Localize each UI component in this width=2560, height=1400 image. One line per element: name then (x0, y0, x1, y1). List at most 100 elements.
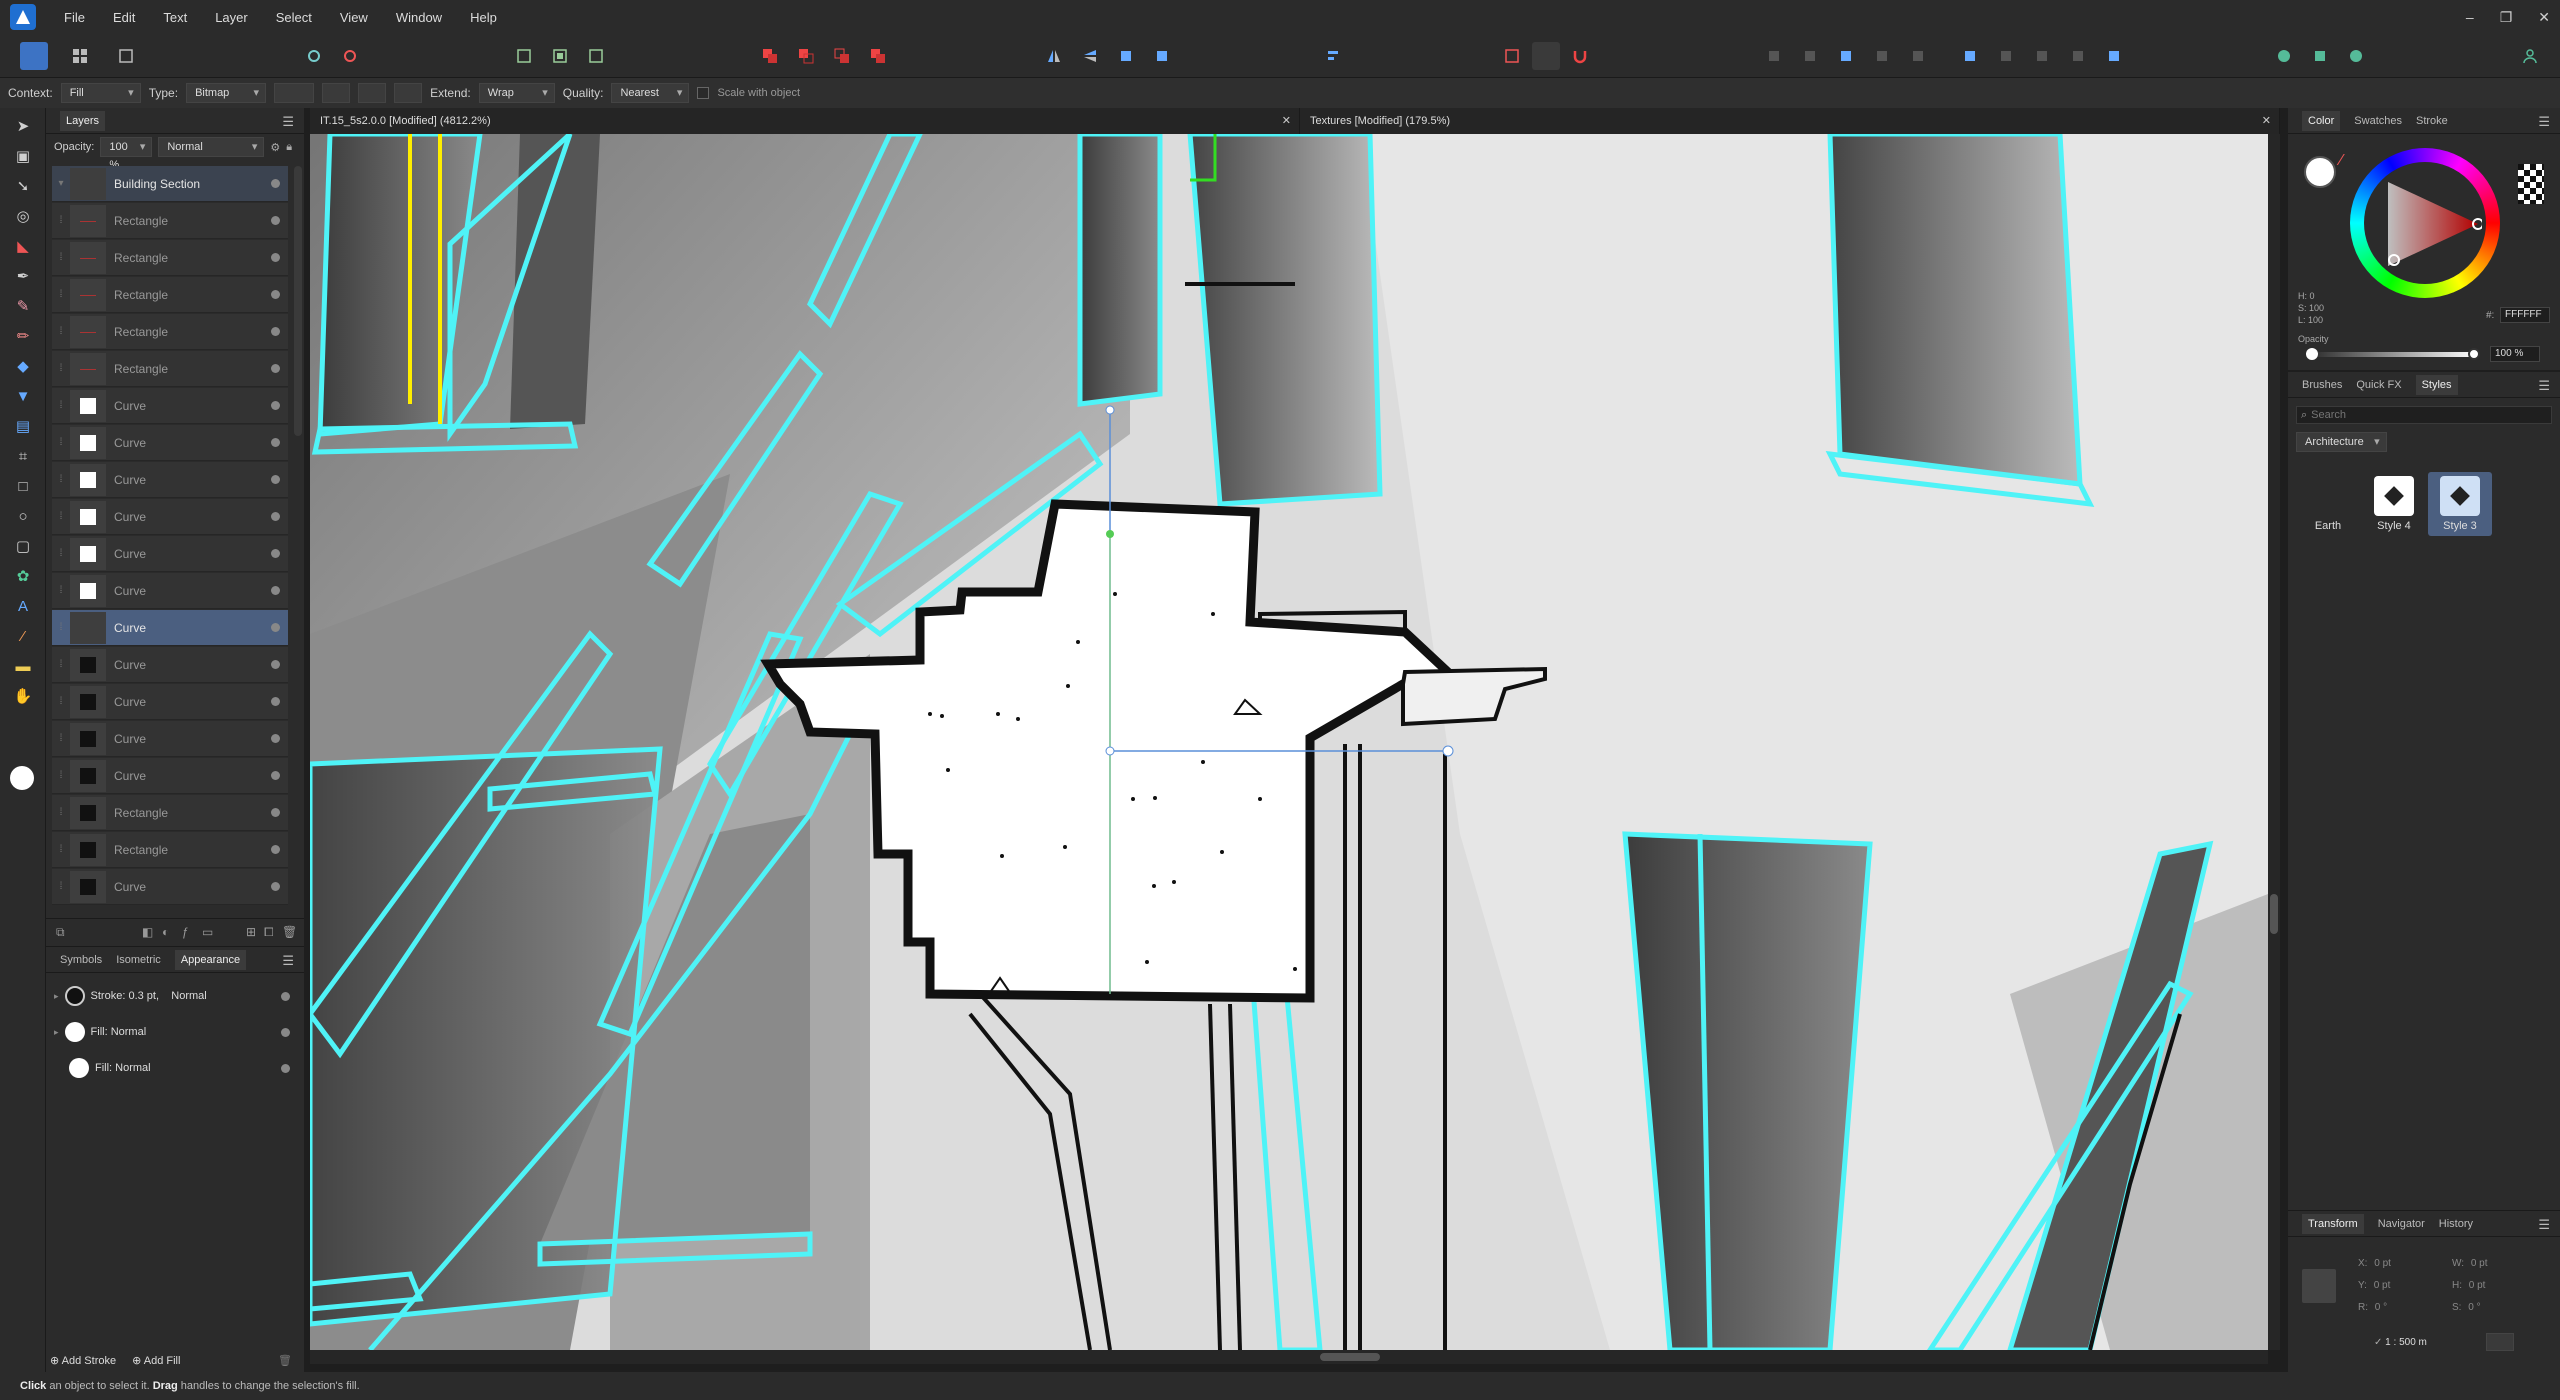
account-icon[interactable] (2516, 42, 2544, 70)
reverse-gradient-button[interactable] (322, 83, 351, 103)
magnet-icon[interactable] (1566, 42, 1594, 70)
stroke-visibility-icon[interactable] (281, 991, 290, 1001)
text-tool-icon[interactable]: A (11, 594, 35, 618)
scale-with-object-checkbox[interactable] (697, 87, 710, 99)
menu-file[interactable]: File (50, 10, 99, 25)
layer-row[interactable]: ⁞ Curve (52, 869, 288, 905)
menu-layer[interactable]: Layer (201, 10, 262, 25)
drag-handle-icon[interactable]: ⁞ (52, 548, 70, 559)
blend-mode-dropdown[interactable]: Normal (158, 137, 265, 157)
fill-swatch[interactable] (69, 1058, 89, 1078)
canvas-horizontal-scrollbar[interactable] (310, 1350, 2268, 1364)
visibility-icon[interactable] (271, 734, 280, 743)
adjustment-icon[interactable]: ◐ (162, 925, 169, 939)
scale-dropdown[interactable] (2486, 1333, 2514, 1351)
menu-view[interactable]: View (326, 10, 382, 25)
vertical-scroll-thumb[interactable] (2270, 894, 2278, 934)
crop-tool-icon[interactable]: ⌗ (11, 444, 35, 468)
layer-settings-icon[interactable]: ⚙ (270, 141, 280, 154)
close-tab-icon[interactable]: ✕ (1282, 108, 1291, 134)
layer-row[interactable]: ⁞ Curve (52, 499, 288, 535)
restore-icon[interactable]: ❐ (2500, 9, 2513, 26)
assistant-icon[interactable] (2270, 42, 2298, 70)
style-4[interactable]: Style 4 (2362, 472, 2426, 536)
layer-row[interactable]: ⁞ Curve (52, 573, 288, 609)
drag-handle-icon[interactable]: ⁞ (52, 696, 70, 707)
height-input[interactable]: 0 pt (2465, 1275, 2525, 1297)
drag-handle-icon[interactable]: ⁞ (52, 844, 70, 855)
flip-horizontal-icon[interactable] (1040, 42, 1068, 70)
preferences-icon[interactable] (2306, 42, 2334, 70)
style-category-dropdown[interactable]: Architecture (2296, 432, 2387, 452)
menu-select[interactable]: Select (262, 10, 326, 25)
tab-navigator[interactable]: Navigator (2378, 1218, 2425, 1230)
drag-handle-icon[interactable]: ⁞ (52, 659, 70, 670)
expand-icon[interactable]: ▾ (52, 178, 70, 189)
anchor-selector[interactable] (2302, 1269, 2336, 1303)
opacity-slider[interactable] (2316, 352, 2476, 357)
visibility-icon[interactable] (271, 438, 280, 447)
fill-color-well[interactable] (2304, 156, 2336, 188)
fill-visibility-icon[interactable] (281, 1063, 290, 1073)
stroke-row[interactable]: ▸ Stroke: 0.3 pt, Normal (54, 979, 294, 1013)
menu-edit[interactable]: Edit (99, 10, 149, 25)
arrange-2-icon[interactable] (1796, 42, 1824, 70)
boolean-xor-icon[interactable] (864, 42, 892, 70)
arrange-4-icon[interactable] (1868, 42, 1896, 70)
rotate-left-icon[interactable] (1112, 42, 1140, 70)
visibility-icon[interactable] (271, 401, 280, 410)
add-layer-icon[interactable]: ⊞ (246, 925, 256, 939)
fx-icon[interactable]: ƒ (182, 925, 189, 939)
color-triangle[interactable] (2382, 180, 2482, 270)
designer-persona-icon[interactable] (20, 42, 48, 70)
expand-icon[interactable]: ▸ (54, 991, 59, 1002)
color-menu-icon[interactable]: ☰ (2538, 114, 2550, 130)
visibility-icon[interactable] (271, 512, 280, 521)
layer-row[interactable]: ⁞ Rectangle (52, 277, 288, 313)
style-3[interactable]: Style 3 (2428, 472, 2492, 536)
document-canvas[interactable] (310, 134, 2268, 1350)
ungroup-icon[interactable] (1992, 42, 2020, 70)
layer-row[interactable]: ⁞ Curve (52, 721, 288, 757)
visibility-icon[interactable] (271, 364, 280, 373)
boolean-intersect-icon[interactable] (828, 42, 856, 70)
transparency-tool-icon[interactable]: ▼ (11, 384, 35, 408)
boolean-subtract-icon[interactable] (792, 42, 820, 70)
layer-row[interactable]: ⁞ Rectangle (52, 314, 288, 350)
panel-menu-icon[interactable]: ☰ (282, 114, 294, 130)
drag-handle-icon[interactable]: ⁞ (52, 807, 70, 818)
drag-handle-icon[interactable]: ⁞ (52, 733, 70, 744)
shape-tool-icon[interactable]: ✿ (11, 564, 35, 588)
layer-row[interactable]: ⁞ Curve (52, 647, 288, 683)
app-logo-icon[interactable] (10, 4, 36, 30)
flip-vertical-icon[interactable] (1076, 42, 1104, 70)
minimize-icon[interactable]: – (2466, 9, 2474, 25)
visibility-icon[interactable] (271, 771, 280, 780)
tab-swatches[interactable]: Swatches (2354, 115, 2402, 127)
layer-row[interactable]: ⁞ Curve (52, 425, 288, 461)
fill-swatch-button[interactable] (274, 83, 315, 103)
layer-row[interactable]: ⁞ Curve (52, 758, 288, 794)
transform-menu-icon[interactable]: ☰ (2538, 1217, 2550, 1233)
shear-input[interactable]: 0 ° (2464, 1297, 2524, 1319)
tab-stroke[interactable]: Stroke (2416, 115, 2448, 127)
drag-handle-icon[interactable]: ⁞ (52, 326, 70, 337)
contour-tool-icon[interactable]: ◎ (11, 204, 35, 228)
horizontal-scroll-thumb[interactable] (1320, 1353, 1380, 1361)
visibility-icon[interactable] (271, 475, 280, 484)
tab-document-2[interactable]: Textures [Modified] (179.5%) ✕ (1300, 108, 2280, 134)
visibility-icon[interactable] (271, 697, 280, 706)
visibility-icon[interactable] (271, 179, 280, 188)
tab-styles[interactable]: Styles (2415, 374, 2458, 395)
image-select-button[interactable] (358, 83, 387, 103)
insert-front-icon[interactable] (510, 42, 538, 70)
layer-row[interactable]: ⁞ Curve (52, 610, 288, 646)
fill-row-2[interactable]: Fill: Normal (54, 1051, 294, 1085)
layer-row[interactable]: ⁞ Rectangle (52, 351, 288, 387)
styles-search[interactable]: ⌕ (2296, 406, 2552, 424)
fill-visibility-icon[interactable] (281, 1027, 290, 1037)
rectangle-tool-icon[interactable]: □ (11, 474, 35, 498)
layer-row[interactable]: ⁞ Rectangle (52, 795, 288, 831)
x-input[interactable]: 0 pt (2370, 1253, 2430, 1275)
layer-row[interactable]: ▾ Building Section (52, 166, 288, 202)
